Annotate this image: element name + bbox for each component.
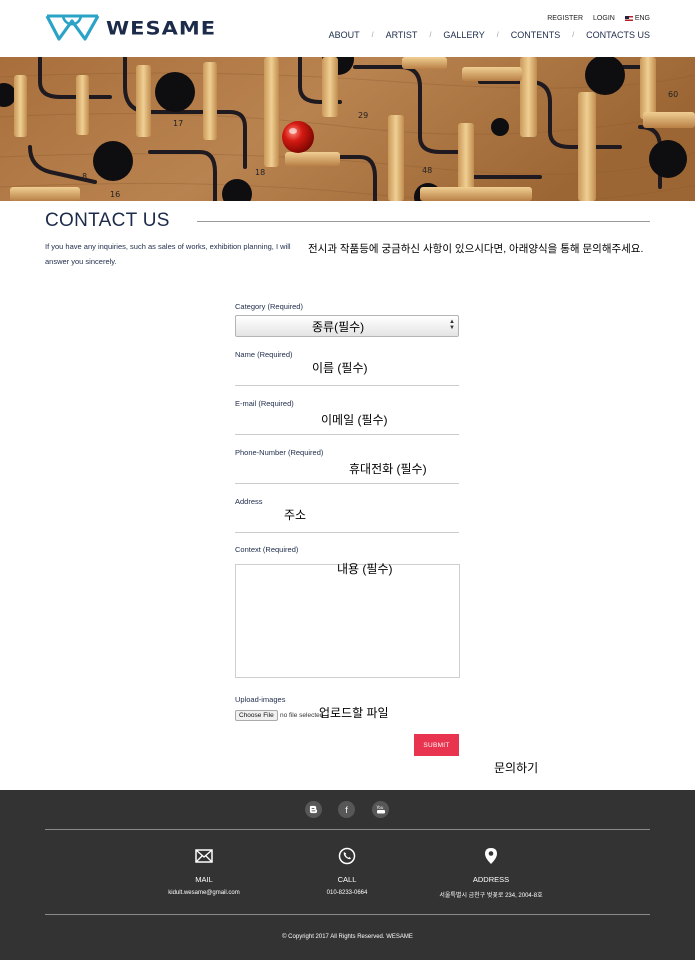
svg-text:17: 17	[173, 119, 183, 128]
submit-note: 문의하기	[494, 761, 539, 775]
svg-text:16: 16	[110, 190, 120, 199]
nav-separator: /	[429, 31, 432, 39]
site-footer: f You MAIL kidult.wesame@gmail.com CALL …	[0, 790, 695, 960]
submit-button[interactable]: SUBMIT	[414, 734, 459, 756]
main-nav: ABOUT / ARTIST / GALLERY / CONTENTS / CO…	[329, 30, 650, 40]
contact-heading-row: CONTACT US	[45, 210, 650, 232]
svg-text:48: 48	[422, 166, 432, 175]
nav-item-about[interactable]: ABOUT	[329, 30, 360, 40]
title-divider	[197, 221, 650, 222]
language-switch[interactable]: ENG	[624, 15, 650, 22]
call-value[interactable]: 010-8233-0664	[267, 890, 427, 896]
location-pin-icon	[411, 846, 571, 866]
phone-note: 휴대전화 (필수)	[349, 462, 427, 476]
email-label: E-mail (Required)	[235, 399, 294, 408]
context-textarea[interactable]	[235, 564, 460, 678]
youtube-icon[interactable]: You	[372, 801, 389, 818]
svg-text:29: 29	[358, 111, 368, 120]
name-note: 이름 (필수)	[312, 361, 368, 375]
nav-separator: /	[496, 31, 499, 39]
footer-mail: MAIL kidult.wesame@gmail.com	[124, 846, 284, 896]
nav-item-gallery[interactable]: GALLERY	[443, 30, 484, 40]
call-label: CALL	[337, 875, 357, 884]
intro-text-korean: 전시과 작품등에 궁금하신 사항이 있으시다면, 아래양식을 통해 문의해주세요…	[308, 243, 644, 255]
svg-text:8: 8	[82, 172, 87, 181]
phone-label: Phone-Number (Required)	[235, 448, 324, 457]
address-label: Address	[235, 497, 263, 506]
copyright: © Copyright 2017 All Rights Reserved. WE…	[282, 934, 413, 940]
svg-text:18: 18	[255, 168, 265, 177]
address-note: 주소	[284, 508, 307, 522]
mail-value[interactable]: kidult.wesame@gmail.com	[124, 890, 284, 896]
footer-address: ADDRESS 서울특별시 금천구 벚꽃로 234, 2004-8호	[411, 846, 571, 899]
upload-label: Upload-images	[235, 695, 286, 704]
nav-item-contacts-us[interactable]: CONTACTS US	[586, 30, 650, 40]
address-label-footer: ADDRESS	[472, 875, 510, 884]
nav-item-contents[interactable]: CONTENTS	[511, 30, 561, 40]
mail-label: MAIL	[195, 875, 213, 884]
select-arrows-icon: ▲ ▼	[449, 319, 455, 331]
svg-text:60: 60	[668, 90, 678, 99]
blogger-icon[interactable]	[305, 801, 322, 818]
nav-separator: /	[371, 31, 374, 39]
upload-note: 업로드할 파일	[319, 706, 389, 720]
category-note: 종류(필수)	[312, 320, 365, 334]
hero-banner: 17 29 48 18 16 8 60	[0, 57, 695, 201]
category-label: Category (Required)	[235, 302, 303, 311]
nav-item-artist[interactable]: ARTIST	[386, 30, 418, 40]
login-link[interactable]: LOGIN	[593, 15, 615, 22]
utility-nav: REGISTER LOGIN ENG	[537, 15, 650, 22]
intro-text-english: If you have any inquiries, such as sales…	[45, 242, 291, 266]
context-note: 내용 (필수)	[337, 562, 393, 576]
address-value: 서울특별시 금천구 벚꽃로 234, 2004-8호	[439, 893, 543, 899]
footer-call: CALL 010-8233-0664	[267, 846, 427, 896]
nav-separator: /	[572, 31, 575, 39]
address-input[interactable]	[235, 532, 459, 533]
email-note: 이메일 (필수)	[321, 413, 388, 427]
wooden-maze-image: 17 29 48 18 16 8 60	[0, 57, 695, 201]
email-input[interactable]	[235, 434, 459, 435]
file-status: no file selected	[280, 712, 324, 719]
facebook-icon[interactable]: f	[338, 801, 355, 818]
language-label: ENG	[634, 15, 650, 22]
mail-icon	[124, 846, 284, 866]
footer-divider-bottom	[45, 914, 650, 915]
us-flag-icon	[624, 15, 633, 21]
choose-file-button[interactable]: Choose File	[235, 710, 278, 721]
site-header: WESAME REGISTER LOGIN ENG ABOUT / ARTIST…	[0, 0, 695, 57]
logo[interactable]: WESAME	[45, 13, 216, 42]
phone-input[interactable]	[235, 483, 459, 484]
register-link[interactable]: REGISTER	[547, 15, 583, 22]
logo-text: WESAME	[106, 16, 217, 39]
context-label: Context (Required)	[235, 545, 299, 554]
name-input[interactable]	[235, 385, 459, 386]
phone-icon	[267, 846, 427, 866]
footer-divider-top	[45, 829, 650, 830]
name-label: Name (Required)	[235, 350, 293, 359]
svg-text:You: You	[376, 805, 384, 810]
logo-mark-icon	[45, 14, 100, 41]
